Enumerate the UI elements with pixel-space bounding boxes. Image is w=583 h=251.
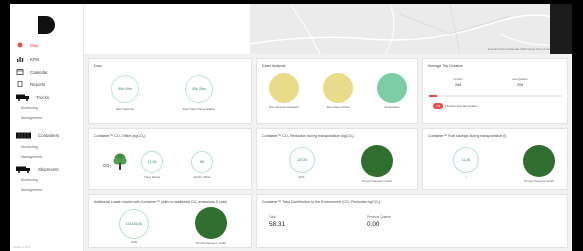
map-roads [250, 4, 572, 54]
version-note: version 1.25.6 [13, 245, 31, 249]
exam-label-onsite: Door Open Onsite [326, 105, 350, 109]
exam-label-temperature: Temperature [384, 105, 400, 109]
container-icon [16, 132, 32, 139]
trip-badge-value: 7% [435, 104, 441, 108]
sidebar-item-label: Map [30, 42, 39, 48]
previous-quarter-label: Previous Quarter [367, 215, 392, 219]
card-title: Door [94, 64, 102, 68]
fuel-savings-card: Container™ Fuel savings during transport… [422, 128, 568, 190]
trees-saved-label: Trees Saved [144, 175, 160, 179]
card-title: Container™ Total Contribution to the Env… [262, 200, 381, 204]
shipments-monitoring-link[interactable]: Monitoring [21, 178, 38, 182]
door-open-time-circle: 00h 00m [111, 75, 139, 103]
card-title: Container™ CO₂ Offset (kgCO₂) [94, 134, 146, 138]
trees-saved-circle: 11.26 [141, 151, 163, 173]
card-title: Container™ CO₂ Reduction during transpor… [262, 134, 355, 138]
current-label: Current [453, 77, 463, 81]
co2-reduction-value: 18726 [297, 158, 307, 162]
trip-badge-text: Fill lower than last Quarter [445, 104, 478, 108]
co2-reduction-label: NOT₂ [298, 175, 306, 179]
door-transport-label: Door Open Transportation [182, 107, 216, 111]
additional-loads-card: Additional Loads moved with Container™ (… [88, 194, 252, 248]
truck-icon [16, 94, 30, 101]
shipments-management-link[interactable]: Management [21, 188, 42, 192]
exam-circle-unloaded [269, 73, 299, 103]
top-blank-area [84, 4, 250, 54]
sidebar: Map KPIs Calendar Reports Trucks Monitor… [10, 4, 84, 251]
map-footer: Keyboard shortcuts Map data ©2022 Google… [487, 48, 550, 51]
co2-label: CO₂ [103, 163, 112, 168]
exam-circle-temperature [377, 73, 407, 103]
door-open-time-label: Door Open On [115, 107, 135, 111]
total-contribution-card: Container™ Total Contribution to the Env… [256, 194, 568, 248]
logo [38, 16, 56, 34]
trucks-management-link[interactable]: Management [21, 116, 42, 120]
previous-quarter-value: 0.00 [367, 221, 380, 228]
exam-circle-onsite [323, 73, 353, 103]
sidebar-item-label: KPIs [30, 56, 40, 62]
kg-offset-label: kgCO₂ Offset [193, 175, 211, 179]
exam-label-unloaded: Door Opened Unloaded [269, 105, 299, 109]
sidebar-item-map[interactable]: Map [16, 40, 39, 50]
fuel-savings-circle: 11.46 [453, 147, 479, 173]
sidebar-item-label: Reports [30, 81, 46, 87]
kg-offset-value: 56 [200, 160, 204, 164]
door-transport-value: 00h 26m [192, 87, 206, 91]
fuel-savings-label: l [465, 175, 467, 179]
sidebar-item-shipments[interactable]: Shipments [16, 164, 59, 174]
sidebar-item-trucks[interactable]: Trucks [16, 92, 49, 102]
trees-saved-value: 11.26 [147, 160, 157, 164]
co2-reduction-card: Container™ CO₂ Reduction during transpor… [256, 128, 418, 190]
co2-model-label: Pit and Transport model [362, 179, 392, 183]
sidebar-item-label: Containers [38, 132, 60, 138]
card-title: Average Trip Duration [428, 64, 463, 68]
sidebar-item-calendar[interactable]: Calendar [16, 67, 48, 77]
last-quarter-label: Last Quarter [512, 77, 528, 81]
pin-icon [16, 42, 24, 48]
sidebar-item-reports[interactable]: Reports [16, 79, 45, 89]
trucks-monitoring-link[interactable]: Monitoring [21, 106, 38, 110]
exam-analysis-card: Exam Analysis Door Opened Unloaded Door … [256, 58, 418, 124]
total-value: 58.31 [269, 221, 285, 228]
co2-reduction-circle: 18726 [289, 147, 315, 173]
fuel-savings-value: 11.46 [461, 158, 471, 162]
current-value: 26d [455, 83, 461, 87]
trip-badge: 7% [433, 103, 443, 109]
door-open-time-value: 00h 00m [118, 87, 132, 91]
containers-monitoring-link[interactable]: Monitoring [21, 145, 38, 149]
calendar-icon [16, 69, 24, 75]
co2-model-circle [361, 145, 393, 177]
sidebar-item-kpis[interactable]: KPIs [16, 54, 39, 64]
containers-management-link[interactable]: Management [21, 155, 42, 159]
door-transport-circle: 00h 26m [185, 75, 213, 103]
fuel-model-label: Pit and Transport model [524, 179, 554, 183]
sidebar-item-containers[interactable]: Containers [16, 130, 59, 140]
card-title: Additional Loads moved with Container™ (… [94, 200, 227, 204]
loads-circle: 134146.60 [119, 209, 149, 239]
sidebar-item-label: Trucks [36, 94, 50, 100]
app-page: Map KPIs Calendar Reports Trucks Monitor… [10, 4, 572, 251]
shipment-icon [16, 166, 32, 173]
card-title: Exam Analysis [262, 64, 286, 68]
sidebar-item-label: Calendar [30, 69, 48, 75]
avg-trip-card: Average Trip Duration Current 26d Last Q… [422, 58, 568, 124]
report-icon [16, 80, 24, 88]
co2-offset-card: Container™ CO₂ Offset (kgCO₂) CO₂ 11.26 … [88, 128, 252, 190]
chart-icon [16, 56, 24, 62]
loads-label: Units [130, 240, 138, 244]
card-title: Container™ Fuel savings during transport… [428, 134, 507, 138]
kg-offset-circle: 56 [191, 151, 213, 173]
sidebar-item-label: Shipments [38, 166, 59, 172]
loads-model-label: Pit and Transport model [196, 241, 226, 245]
loads-model-circle [195, 207, 227, 239]
fuel-model-circle [523, 145, 555, 177]
door-card: Door 00h 00m Door Open On 00h 26m Door O… [88, 58, 252, 124]
total-label: Total [269, 215, 276, 219]
loads-value: 134146.60 [125, 222, 143, 226]
trip-progress-bar [429, 95, 563, 97]
tree-icon [113, 153, 127, 171]
map-view[interactable]: Keyboard shortcuts Map data ©2022 Google… [250, 4, 572, 54]
last-quarter-value: 29d [517, 83, 523, 87]
